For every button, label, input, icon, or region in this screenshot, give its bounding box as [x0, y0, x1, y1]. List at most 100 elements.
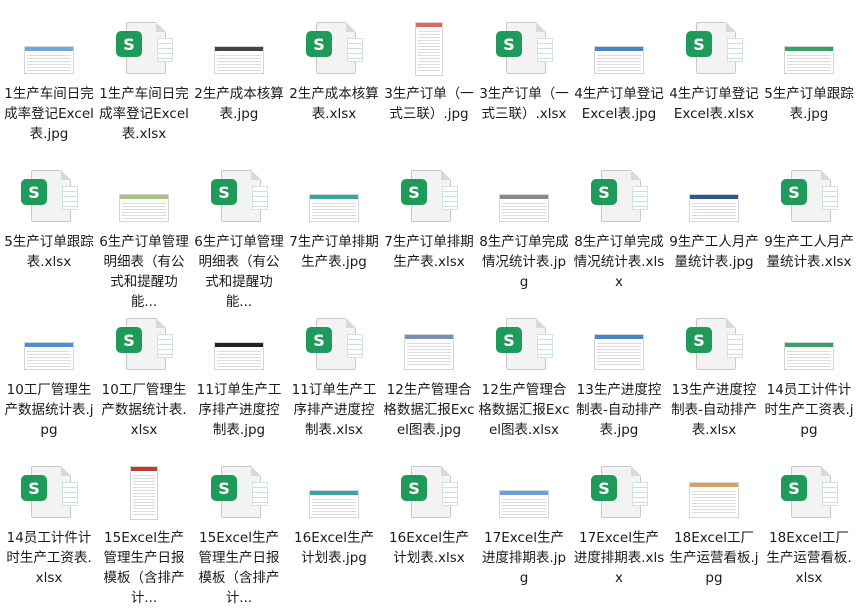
file-item[interactable]: S 8生产订单完成情况统计表.xlsx: [573, 170, 665, 292]
excel-file-icon: S: [589, 466, 649, 522]
file-name: 9生产工人月产量统计表.jpg: [669, 234, 759, 270]
excel-badge-icon: S: [21, 179, 47, 205]
excel-badge-icon: S: [496, 31, 522, 57]
excel-file-icon: S: [494, 22, 554, 78]
file-name: 3生产订单（一式三联）.jpg: [384, 86, 474, 122]
file-item[interactable]: S 11订单生产工序排产进度控制表.xlsx: [288, 318, 380, 440]
excel-badge-icon: S: [116, 327, 142, 353]
file-name: 5生产订单跟踪表.jpg: [764, 86, 854, 122]
excel-file-icon: S: [304, 22, 364, 78]
file-item[interactable]: S 4生产订单登记Excel表.xlsx: [668, 22, 760, 124]
excel-badge-icon: S: [686, 31, 712, 57]
file-item[interactable]: 11订单生产工序排产进度控制表.jpg: [193, 318, 285, 440]
file-name: 2生产成本核算表.xlsx: [289, 86, 379, 122]
file-item[interactable]: S 17Excel生产进度排期表.xlsx: [573, 466, 665, 588]
file-item[interactable]: 6生产订单管理明细表（有公式和提醒功能...: [98, 170, 190, 312]
image-thumbnail: [494, 170, 554, 226]
excel-file-icon: S: [114, 318, 174, 374]
excel-badge-icon: S: [781, 179, 807, 205]
file-item[interactable]: 5生产订单跟踪表.jpg: [763, 22, 855, 124]
excel-badge-icon: S: [211, 475, 237, 501]
excel-badge-icon: S: [686, 327, 712, 353]
image-thumbnail: [19, 318, 79, 374]
file-item[interactable]: 1生产车间日完成率登记Excel表.jpg: [3, 22, 95, 144]
file-item[interactable]: S 2生产成本核算表.xlsx: [288, 22, 380, 124]
excel-badge-icon: S: [496, 327, 522, 353]
file-item[interactable]: S 7生产订单排期生产表.xlsx: [383, 170, 475, 272]
file-item[interactable]: S 5生产订单跟踪表.xlsx: [3, 170, 95, 272]
excel-file-icon: S: [494, 318, 554, 374]
file-name: 6生产订单管理明细表（有公式和提醒功能...: [99, 234, 189, 310]
file-item[interactable]: S 1生产车间日完成率登记Excel表.xlsx: [98, 22, 190, 144]
file-name: 17Excel生产进度排期表.jpg: [481, 530, 567, 586]
excel-badge-icon: S: [21, 475, 47, 501]
file-item[interactable]: 17Excel生产进度排期表.jpg: [478, 466, 570, 588]
excel-file-icon: S: [19, 170, 79, 226]
image-thumbnail: [209, 318, 269, 374]
excel-file-icon: S: [209, 466, 269, 522]
file-item[interactable]: 15Excel生产管理生产日报模板（含排产计...: [98, 466, 190, 608]
file-name: 12生产管理合格数据汇报Excel图表.jpg: [383, 382, 475, 438]
file-item[interactable]: S 13生产进度控制表-自动排产表.xlsx: [668, 318, 760, 440]
file-item[interactable]: 10工厂管理生产数据统计表.jpg: [3, 318, 95, 440]
file-item[interactable]: S 14员工计件计时生产工资表.xlsx: [3, 466, 95, 588]
file-name: 8生产订单完成情况统计表.xlsx: [573, 234, 665, 290]
image-thumbnail: [589, 22, 649, 78]
file-name: 5生产订单跟踪表.xlsx: [4, 234, 94, 270]
image-thumbnail: [684, 466, 744, 522]
file-name: 7生产订单排期生产表.xlsx: [384, 234, 474, 270]
file-item[interactable]: 18Excel工厂生产运营看板.jpg: [668, 466, 760, 588]
file-item[interactable]: S 16Excel生产计划表.xlsx: [383, 466, 475, 568]
file-item[interactable]: 8生产订单完成情况统计表.jpg: [478, 170, 570, 292]
file-item[interactable]: 4生产订单登记Excel表.jpg: [573, 22, 665, 124]
excel-file-icon: S: [589, 170, 649, 226]
file-item[interactable]: S 15Excel生产管理生产日报模板（含排产计...: [193, 466, 285, 608]
file-name: 1生产车间日完成率登记Excel表.jpg: [4, 86, 94, 142]
excel-file-icon: S: [114, 22, 174, 78]
file-name: 1生产车间日完成率登记Excel表.xlsx: [99, 86, 189, 142]
excel-file-icon: S: [399, 170, 459, 226]
file-item[interactable]: 9生产工人月产量统计表.jpg: [668, 170, 760, 272]
excel-file-icon: S: [209, 170, 269, 226]
file-name: 7生产订单排期生产表.jpg: [289, 234, 379, 270]
image-thumbnail: [304, 466, 364, 522]
file-name: 11订单生产工序排产进度控制表.jpg: [196, 382, 282, 438]
file-item[interactable]: S 9生产工人月产量统计表.xlsx: [763, 170, 855, 272]
image-thumbnail: [114, 466, 174, 522]
file-item[interactable]: S 18Excel工厂生产运营看板.xlsx: [763, 466, 855, 588]
file-item[interactable]: 3生产订单（一式三联）.jpg: [383, 22, 475, 124]
file-item[interactable]: 13生产进度控制表-自动排产表.jpg: [573, 318, 665, 440]
excel-file-icon: S: [684, 22, 744, 78]
file-item[interactable]: 16Excel生产计划表.jpg: [288, 466, 380, 568]
file-item[interactable]: 2生产成本核算表.jpg: [193, 22, 285, 124]
file-grid: 1生产车间日完成率登记Excel表.jpg S 1生产车间日完成率登记Excel表.…: [0, 0, 858, 608]
excel-badge-icon: S: [591, 475, 617, 501]
excel-badge-icon: S: [116, 31, 142, 57]
image-thumbnail: [399, 318, 459, 374]
file-name: 18Excel工厂生产运营看板.jpg: [669, 530, 759, 586]
file-name: 15Excel生产管理生产日报模板（含排产计...: [198, 530, 280, 606]
file-name: 16Excel生产计划表.xlsx: [389, 530, 469, 566]
file-name: 18Excel工厂生产运营看板.xlsx: [766, 530, 852, 586]
image-thumbnail: [494, 466, 554, 522]
file-item[interactable]: S 10工厂管理生产数据统计表.xlsx: [98, 318, 190, 440]
file-name: 3生产订单（一式三联）.xlsx: [479, 86, 569, 122]
excel-file-icon: S: [399, 466, 459, 522]
excel-badge-icon: S: [306, 31, 332, 57]
file-item[interactable]: S 6生产订单管理明细表（有公式和提醒功能...: [193, 170, 285, 312]
file-item[interactable]: S 3生产订单（一式三联）.xlsx: [478, 22, 570, 124]
file-name: 11订单生产工序排产进度控制表.xlsx: [291, 382, 377, 438]
file-name: 16Excel生产计划表.jpg: [294, 530, 374, 566]
file-name: 4生产订单登记Excel表.xlsx: [669, 86, 759, 122]
excel-file-icon: S: [779, 170, 839, 226]
excel-badge-icon: S: [401, 179, 427, 205]
excel-badge-icon: S: [781, 475, 807, 501]
file-item[interactable]: 14员工计件计时生产工资表.jpg: [763, 318, 855, 440]
file-item[interactable]: 7生产订单排期生产表.jpg: [288, 170, 380, 272]
excel-file-icon: S: [304, 318, 364, 374]
excel-file-icon: S: [779, 466, 839, 522]
file-name: 10工厂管理生产数据统计表.xlsx: [101, 382, 187, 438]
image-thumbnail: [304, 170, 364, 226]
file-item[interactable]: 12生产管理合格数据汇报Excel图表.jpg: [383, 318, 475, 440]
file-item[interactable]: S 12生产管理合格数据汇报Excel图表.xlsx: [478, 318, 570, 440]
